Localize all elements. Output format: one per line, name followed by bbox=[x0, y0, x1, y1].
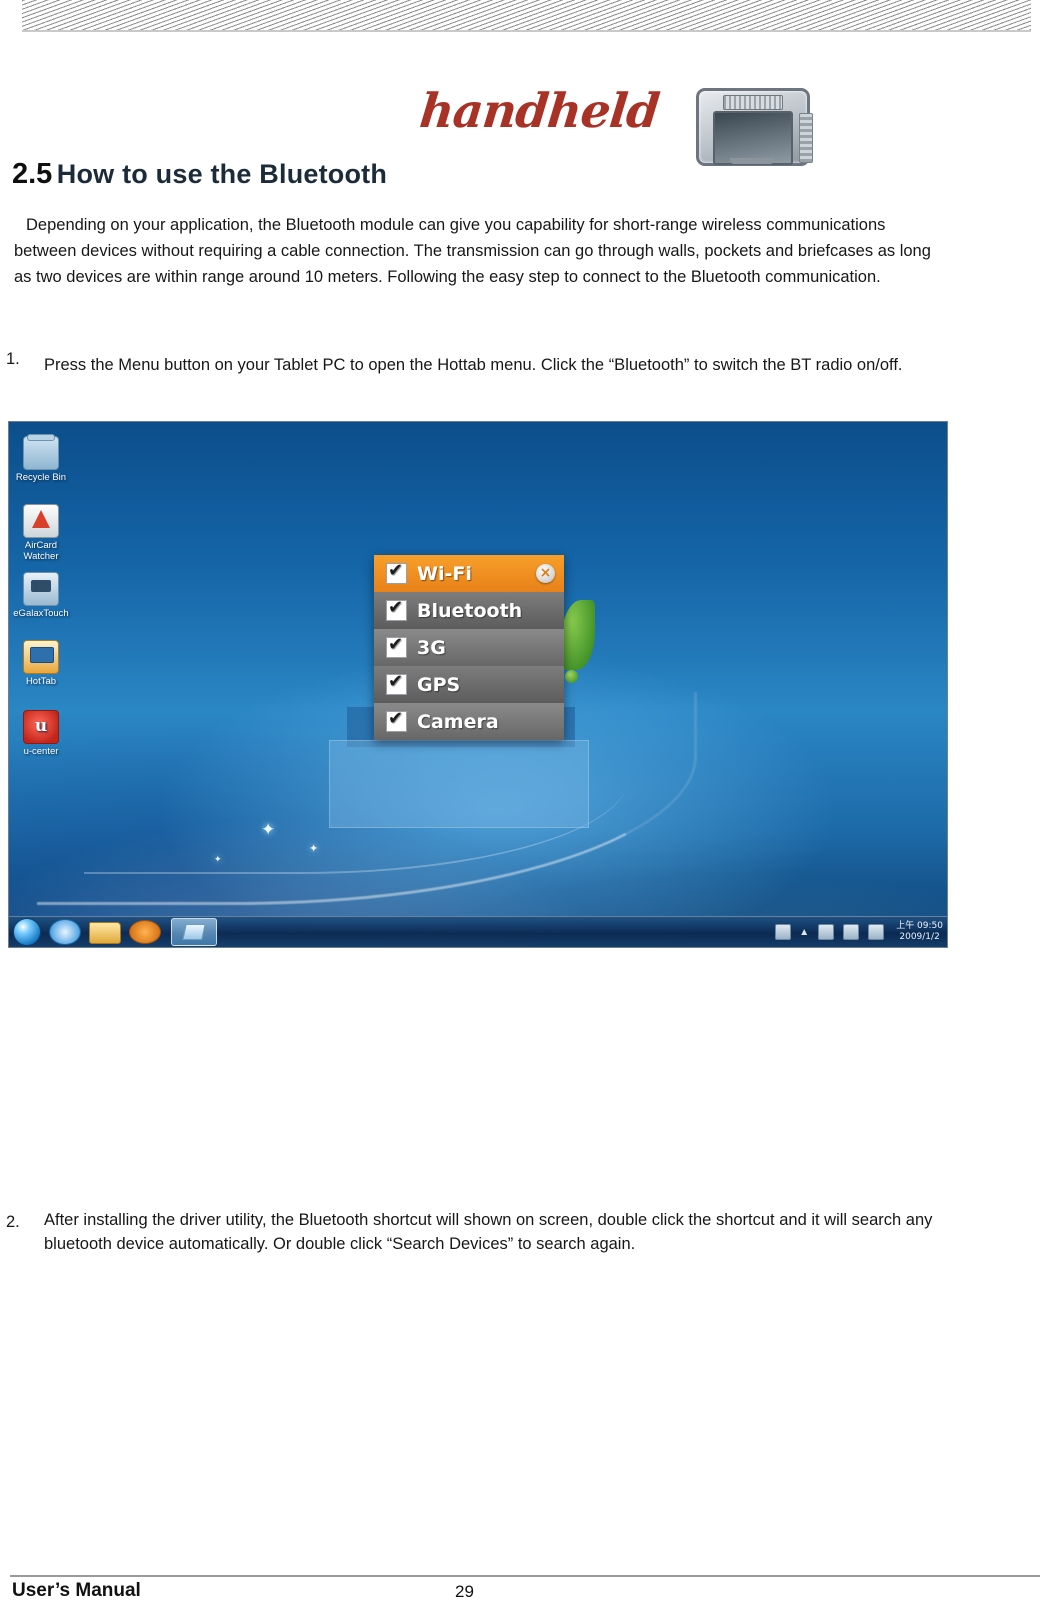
step-text: Press the Menu button on your Tablet PC … bbox=[44, 356, 903, 374]
aircard-watcher-icon bbox=[23, 504, 59, 538]
sparkle-icon: ✦ bbox=[309, 843, 319, 855]
footer-page-number: 29 bbox=[455, 1582, 474, 1601]
ucenter-icon: u bbox=[23, 710, 59, 744]
checkbox-checked-icon[interactable] bbox=[386, 634, 407, 658]
hottab-menu-item-label: 3G bbox=[417, 636, 446, 659]
desktop-icon-recycle-bin[interactable]: Recycle Bin bbox=[9, 434, 79, 483]
sparkle-icon: ✦ bbox=[261, 820, 276, 839]
checkbox-checked-icon[interactable] bbox=[386, 708, 407, 732]
tablet-device-illustration bbox=[690, 78, 813, 166]
hottab-menu-item-3g[interactable]: 3G bbox=[374, 629, 564, 666]
footer-divider bbox=[10, 1575, 1040, 1577]
egalaxtouch-icon bbox=[23, 572, 59, 606]
clock-time: 上午 09:50 bbox=[896, 921, 943, 931]
battery-icon[interactable] bbox=[818, 924, 835, 940]
brand-logo: handheld bbox=[417, 78, 840, 170]
windows-desktop-screenshot: ✦ ✦ ✦ Recycle Bin AirCard Watcher eGalax… bbox=[8, 421, 948, 948]
step-number: 1. bbox=[6, 350, 20, 368]
hottab-menu-item-gps[interactable]: GPS bbox=[374, 666, 564, 703]
hottab-menu-item-label: Camera bbox=[417, 710, 499, 733]
hottab-menu-item-label: Wi-Fi bbox=[417, 562, 472, 585]
device-stand bbox=[730, 158, 774, 164]
system-tray[interactable]: ▲ 上午 09:50 2009/1/2 bbox=[766, 917, 947, 947]
step-number: 2. bbox=[6, 1213, 20, 1231]
device-body bbox=[696, 88, 813, 166]
close-icon[interactable]: × bbox=[536, 564, 555, 583]
desktop-icon-ucenter[interactable]: u u-center bbox=[9, 710, 79, 757]
taskbar-clock[interactable]: 上午 09:50 2009/1/2 bbox=[896, 921, 943, 943]
folder-explorer-icon[interactable] bbox=[89, 922, 121, 944]
taskbar[interactable]: ▲ 上午 09:50 2009/1/2 bbox=[9, 916, 947, 947]
hottab-menu-item-label: GPS bbox=[417, 673, 461, 696]
intro-paragraph: Depending on your application, the Bluet… bbox=[14, 216, 931, 286]
desktop-icon-hottab[interactable]: HotTab bbox=[9, 640, 79, 687]
step-item-2: 2. After installing the driver utility, … bbox=[6, 1208, 944, 1256]
hottab-icon bbox=[23, 640, 59, 674]
page-top-decorative-band bbox=[22, 0, 1031, 32]
desktop-icon-label: HotTab bbox=[25, 676, 57, 687]
checkbox-checked-icon[interactable] bbox=[386, 597, 407, 621]
volume-icon[interactable] bbox=[843, 924, 860, 940]
desktop-icon-label: AirCard Watcher bbox=[23, 540, 59, 562]
brand-logo-text: handheld bbox=[417, 84, 662, 139]
clock-date: 2009/1/2 bbox=[899, 932, 940, 942]
hottab-menu-item-wifi[interactable]: Wi-Fi × bbox=[374, 555, 564, 592]
internet-explorer-icon[interactable] bbox=[49, 919, 81, 945]
hottab-menu-item-bluetooth[interactable]: Bluetooth bbox=[374, 592, 564, 629]
section-heading: 2.5 How to use the Bluetooth bbox=[12, 158, 387, 191]
step-text: After installing the driver utility, the… bbox=[44, 1211, 933, 1253]
desktop-icon-label: Recycle Bin bbox=[15, 472, 67, 483]
desktop-icon-aircard-watcher[interactable]: AirCard Watcher bbox=[9, 504, 79, 562]
desktop-icon-label: u-center bbox=[23, 746, 59, 757]
windows-start-orb-icon[interactable] bbox=[13, 918, 41, 946]
media-player-icon[interactable] bbox=[129, 920, 161, 944]
device-side-buttons bbox=[799, 113, 813, 163]
hottab-menu-item-label: Bluetooth bbox=[417, 599, 523, 622]
desktop-icon-egalaxtouch[interactable]: eGalaxTouch bbox=[9, 572, 79, 619]
active-window-button[interactable] bbox=[171, 918, 217, 946]
checkbox-checked-icon[interactable] bbox=[386, 671, 407, 695]
keyboard-icon[interactable] bbox=[775, 924, 792, 940]
checkbox-checked-icon[interactable] bbox=[386, 560, 407, 584]
desktop-icon-label: eGalaxTouch bbox=[13, 608, 69, 619]
chevron-up-icon[interactable]: ▲ bbox=[799, 927, 809, 938]
footer-label: User’s Manual bbox=[12, 1580, 141, 1601]
device-screen bbox=[713, 111, 793, 165]
section-number: 2.5 bbox=[12, 158, 53, 190]
wallpaper-leaf-bud bbox=[565, 670, 578, 683]
recycle-bin-icon bbox=[23, 434, 59, 470]
network-icon[interactable] bbox=[868, 924, 885, 940]
device-top-grille bbox=[723, 95, 783, 110]
step-item-1: 1. Press the Menu button on your Tablet … bbox=[6, 345, 924, 385]
hottab-popup-menu[interactable]: Wi-Fi × Bluetooth 3G GPS Camera bbox=[374, 555, 564, 740]
hottab-menu-item-camera[interactable]: Camera bbox=[374, 703, 564, 740]
hottab-panel-body bbox=[329, 740, 589, 828]
sparkle-icon: ✦ bbox=[214, 854, 222, 864]
section-title: How to use the Bluetooth bbox=[56, 159, 388, 189]
